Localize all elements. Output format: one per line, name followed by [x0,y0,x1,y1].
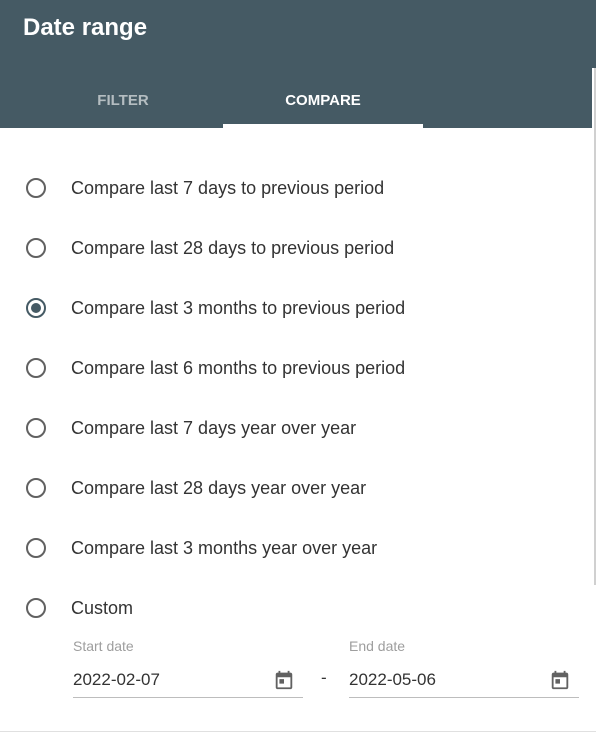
option-label: Compare last 3 months year over year [71,537,378,558]
option-last-3-months-year-over-year[interactable]: Compare last 3 months year over year [24,528,564,568]
calendar-icon[interactable] [549,669,571,691]
option-custom[interactable]: Custom [24,588,564,628]
option-last-28-days-previous-period[interactable]: Compare last 28 days to previous period [24,228,564,268]
radio-button[interactable] [26,538,46,558]
start-date-value: 2022-02-07 [73,670,160,689]
dialog-divider [0,731,596,732]
radio-button[interactable] [26,598,46,618]
option-last-7-days-year-over-year[interactable]: Compare last 7 days year over year [24,408,564,448]
end-date-label: End date [349,638,406,654]
end-date-field[interactable]: 2022-05-06 [349,663,579,698]
option-label: Custom [71,597,134,618]
radio-button[interactable] [26,238,46,258]
tab-compare[interactable]: COMPARE [223,72,423,128]
radio-button[interactable] [26,478,46,498]
radio-button[interactable] [26,178,46,198]
dialog-header: Date range FILTER COMPARE [0,0,596,128]
option-label: Compare last 28 days year over year [71,477,367,498]
active-tab-indicator [223,124,423,128]
radio-button[interactable] [26,358,46,378]
end-date-value: 2022-05-06 [349,670,436,689]
option-label: Compare last 7 days to previous period [71,177,385,198]
option-label: Compare last 6 months to previous period [71,357,406,378]
option-last-28-days-year-over-year[interactable]: Compare last 28 days year over year [24,468,564,508]
start-date-label: Start date [73,638,134,654]
calendar-icon[interactable] [273,669,295,691]
option-label: Compare last 7 days year over year [71,417,357,438]
option-last-7-days-previous-period[interactable]: Compare last 7 days to previous period [24,168,564,208]
radio-button-selected[interactable] [26,298,46,318]
start-date-field[interactable]: 2022-02-07 [73,663,303,698]
option-label: Compare last 3 months to previous period [71,297,406,318]
option-label: Compare last 28 days to previous period [71,237,395,258]
radio-button[interactable] [26,418,46,438]
option-last-3-months-previous-period[interactable]: Compare last 3 months to previous period [24,288,564,328]
dialog-title: Date range [23,14,148,41]
option-last-6-months-previous-period[interactable]: Compare last 6 months to previous period [24,348,564,388]
date-range-separator: - [321,668,327,687]
tab-filter[interactable]: FILTER [23,72,223,128]
